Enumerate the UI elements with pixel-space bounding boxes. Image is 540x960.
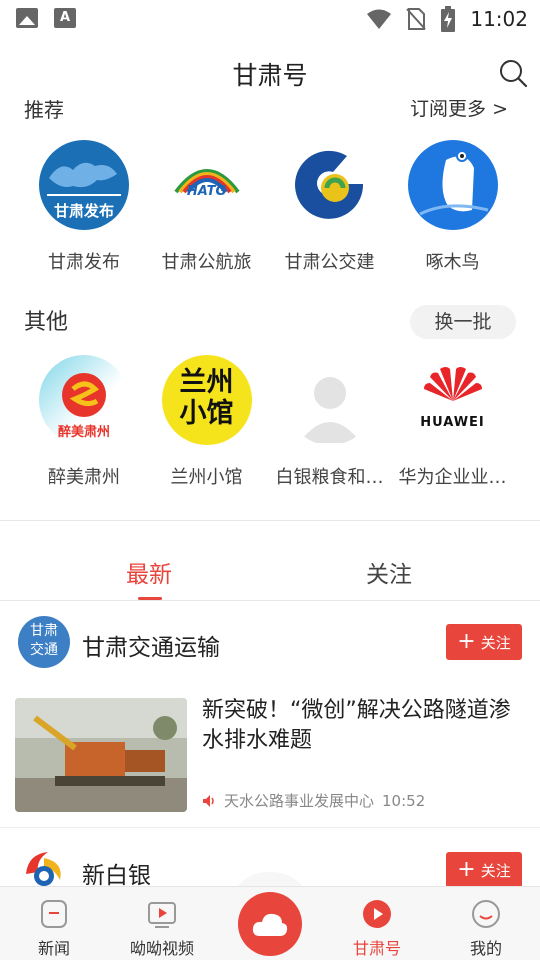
gansu-release-logo: 甘肃发布 xyxy=(39,140,129,230)
font-notification-icon: A xyxy=(54,8,76,28)
battery-charging-icon xyxy=(441,6,456,32)
account-item[interactable]: 醉美肃州 醉美肃州 xyxy=(23,355,145,489)
plus-icon: + xyxy=(457,629,476,654)
news-article-card[interactable]: 新突破！“微创”解决公路隧道渗水排水难题 天水公路事业发展中心 10:52 xyxy=(0,690,540,815)
recommended-header: 推荐 订阅更多 > xyxy=(0,100,540,124)
nav-profile[interactable]: 我的 xyxy=(436,887,536,959)
center-cloud-button[interactable] xyxy=(238,892,302,956)
article-title[interactable]: 新突破！“微创”解决公路隧道渗水排水难题 xyxy=(202,696,528,756)
video-icon xyxy=(148,902,176,928)
no-sim-icon xyxy=(406,8,427,30)
account-label: 甘肃公交建 xyxy=(284,252,375,273)
follow-button[interactable]: + 关注 xyxy=(446,852,522,888)
account-item[interactable]: 白银粮食和… xyxy=(268,355,391,489)
default-avatar-icon xyxy=(284,355,375,445)
account-name[interactable]: 甘肃交通运输 xyxy=(82,628,220,662)
lanzhou-xiaoguan-logo: 兰州 小馆 xyxy=(161,355,252,445)
news-icon xyxy=(41,900,67,928)
recommended-accounts: 甘肃发布 甘肃发布 HATG 甘肃公航旅 甘肃公交建 啄木鸟 xyxy=(0,140,540,274)
tab-latest[interactable]: 最新 xyxy=(126,555,172,589)
feed-divider xyxy=(0,827,540,828)
article-source: 天水公路事业发展中心 xyxy=(224,792,375,810)
section-divider xyxy=(0,520,540,521)
account-item[interactable]: 啄木鸟 xyxy=(391,140,514,274)
subscribe-more-link[interactable]: 订阅更多 > xyxy=(410,100,508,121)
account-item[interactable]: 甘肃发布 甘肃发布 xyxy=(23,140,145,274)
account-item[interactable]: 甘肃公交建 xyxy=(268,140,391,274)
wifi-icon xyxy=(367,9,392,29)
nav-news[interactable]: 新闻 xyxy=(4,887,104,959)
account-label: 啄木鸟 xyxy=(425,252,480,273)
plus-icon: + xyxy=(457,857,476,882)
account-label: 醉美肃州 xyxy=(48,467,120,488)
huawei-logo: HUAWEI xyxy=(407,355,498,445)
nav-video[interactable]: 呦呦视频 xyxy=(112,887,212,959)
page-title: 甘肃号 xyxy=(232,61,308,90)
feed-account-row[interactable]: 甘肃 交通 甘肃交通运输 + 关注 xyxy=(0,614,540,674)
account-label: 兰州小馆 xyxy=(170,467,243,488)
swap-batch-button[interactable]: 换一批 xyxy=(410,305,516,339)
profile-icon xyxy=(472,900,500,928)
account-label: 甘肃公航旅 xyxy=(161,252,252,273)
account-label: 白银粮食和… xyxy=(275,467,384,488)
image-notification-icon xyxy=(16,8,38,28)
hatg-logo: HATG xyxy=(161,140,252,230)
other-accounts: 醉美肃州 醉美肃州 兰州 小馆 兰州小馆 白银粮食和… HUAWEI 华为企业业… xyxy=(0,355,540,489)
search-icon[interactable] xyxy=(498,58,528,88)
section-title-other: 其他 xyxy=(24,310,69,335)
section-title-recommended: 推荐 xyxy=(24,100,64,122)
status-bar: A 11:02 xyxy=(0,0,540,38)
cloud-icon xyxy=(252,913,288,936)
article-time: 10:52 xyxy=(382,791,426,810)
account-label: 甘肃发布 xyxy=(48,252,120,273)
feed-tabs: 最新 关注 xyxy=(0,545,540,601)
nav-gansu-hao[interactable]: 甘肃号 xyxy=(327,887,427,959)
speaker-icon[interactable] xyxy=(202,794,216,808)
account-avatar: 甘肃 交通 xyxy=(18,616,70,668)
account-item[interactable]: HATG 甘肃公航旅 xyxy=(145,140,268,274)
woodpecker-logo xyxy=(407,140,498,230)
app-header: 甘肃号 xyxy=(0,38,540,108)
play-circle-icon xyxy=(363,900,391,928)
account-item[interactable]: 兰州 小馆 兰州小馆 xyxy=(145,355,268,489)
tabs-divider xyxy=(0,600,540,601)
account-label: 华为企业业… xyxy=(398,467,507,488)
clock: 11:02 xyxy=(470,7,528,31)
article-meta: 天水公路事业发展中心 10:52 xyxy=(202,790,425,811)
zuimei-suzhou-logo: 醉美肃州 xyxy=(39,355,129,445)
gansu-transport-construction-logo xyxy=(284,140,375,230)
article-thumbnail xyxy=(15,698,187,812)
follow-button[interactable]: + 关注 xyxy=(446,624,522,660)
account-item[interactable]: HUAWEI 华为企业业… xyxy=(391,355,514,489)
account-name[interactable]: 新白银 xyxy=(82,856,151,890)
tab-following[interactable]: 关注 xyxy=(366,555,412,589)
